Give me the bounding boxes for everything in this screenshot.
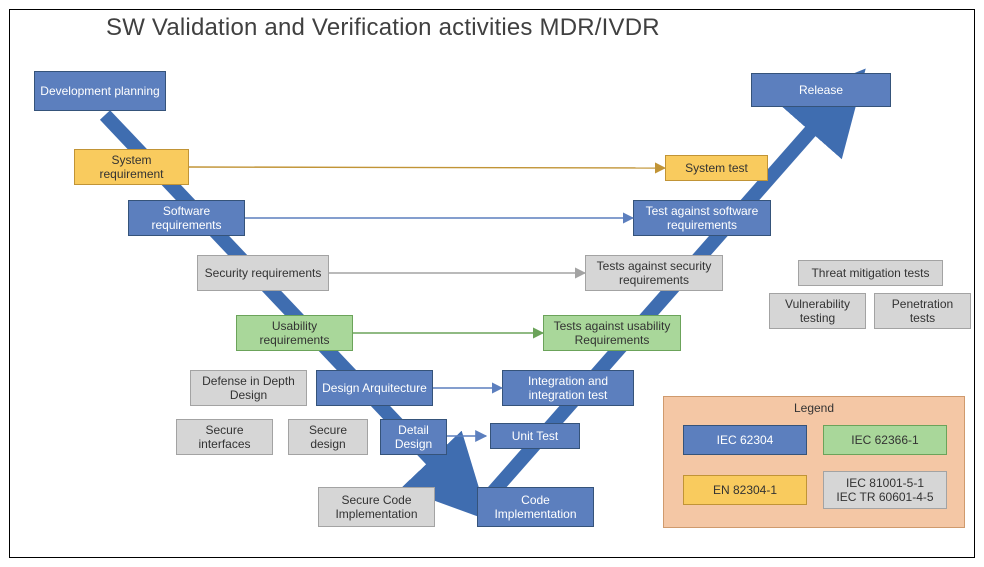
node-security-requirements: Security requirements <box>197 255 329 291</box>
legend-panel: Legend IEC 62304 IEC 62366-1 EN 82304-1 … <box>663 396 965 528</box>
node-code-implementation: Code Implementation <box>477 487 594 527</box>
node-defense-in-depth: Defense in Depth Design <box>190 370 307 406</box>
node-vulnerability-testing: Vulnerability testing <box>769 293 866 329</box>
node-system-requirement: System requirement <box>74 149 189 185</box>
diagram-title: SW Validation and Verification activitie… <box>106 14 660 42</box>
node-design-architecture: Design Arquitecture <box>316 370 433 406</box>
node-development-planning: Development planning <box>34 71 166 111</box>
legend-title: Legend <box>794 401 834 415</box>
node-threat-mitigation: Threat mitigation tests <box>798 260 943 286</box>
node-release: Release <box>751 73 891 107</box>
legend-iec81001: IEC 81001-5-1 IEC TR 60601-4-5 <box>823 471 947 509</box>
node-unit-test: Unit Test <box>490 423 580 449</box>
node-secure-code-impl: Secure Code Implementation <box>318 487 435 527</box>
node-system-test: System test <box>665 155 768 181</box>
node-usability-tests: Tests against usability Requirements <box>543 315 681 351</box>
legend-iec62366: IEC 62366-1 <box>823 425 947 455</box>
node-penetration-tests: Penetration tests <box>874 293 971 329</box>
node-software-tests: Test against software requirements <box>633 200 771 236</box>
node-integration-test: Integration and integration test <box>502 370 634 406</box>
legend-en82304: EN 82304-1 <box>683 475 807 505</box>
node-secure-design: Secure design <box>288 419 368 455</box>
node-usability-requirements: Usability requirements <box>236 315 353 351</box>
node-detail-design: Detail Design <box>380 419 447 455</box>
legend-iec62304: IEC 62304 <box>683 425 807 455</box>
node-software-requirements: Software requirements <box>128 200 245 236</box>
node-security-tests: Tests against security requirements <box>585 255 723 291</box>
node-secure-interfaces: Secure interfaces <box>176 419 273 455</box>
diagram-canvas: SW Validation and Verification activitie… <box>0 0 984 567</box>
